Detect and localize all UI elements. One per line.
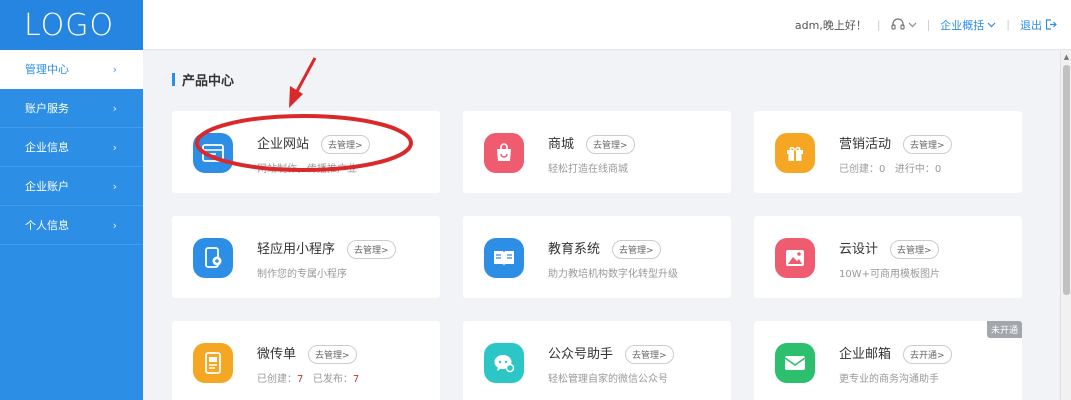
sidebar-item-label: 企业账户	[25, 180, 69, 193]
logout-label: 退出	[1020, 18, 1042, 32]
product-name: 云设计	[839, 242, 879, 257]
product-description: 更专业的商务沟通助手	[839, 374, 939, 385]
product-description: 轻松管理自家的微信公众号	[548, 374, 668, 385]
product-card-design[interactable]: 云设计 去管理> 10W+可商用模板图片	[754, 216, 1022, 298]
sidebar-item-company-account[interactable]: 企业账户 ›	[0, 167, 143, 206]
product-stats: 已创建：0 进行中：0	[839, 160, 941, 175]
top-header: adm,晚上好！ | | 企业概括 | 退出	[143, 0, 1071, 50]
headset-icon	[890, 18, 905, 30]
product-card-marketing[interactable]: 营销活动 去管理> 已创建：0 进行中：0	[754, 111, 1022, 193]
divider: |	[1006, 18, 1010, 31]
divider: |	[926, 18, 931, 31]
stat-value: 7	[297, 374, 304, 385]
scroll-up-arrow-icon[interactable]: ▲	[1061, 51, 1071, 63]
product-description: 制作您的专属小程序	[257, 269, 347, 280]
status-badge: 未开通	[986, 321, 1022, 338]
section-title-text: 产品中心	[182, 74, 235, 89]
chevron-right-icon: ›	[112, 179, 117, 193]
scrollbar-thumb[interactable]	[1063, 65, 1070, 295]
sidebar-item-label: 账户服务	[25, 102, 69, 115]
product-description: 助力教培机构数字化转型升级	[548, 269, 678, 280]
manage-button[interactable]: 去管理>	[347, 240, 396, 259]
chat-bubble-icon	[484, 343, 524, 383]
gift-icon	[775, 133, 815, 173]
section-title: 产品中心	[172, 70, 234, 89]
company-overview-dropdown[interactable]: 企业概括	[940, 17, 996, 33]
stat-label: 已创建：	[257, 374, 297, 385]
manage-button[interactable]: 去管理>	[890, 240, 939, 259]
sidebar-item-label: 管理中心	[25, 63, 69, 76]
sidebar-item-account-services[interactable]: 账户服务 ›	[0, 89, 143, 128]
chevron-right-icon: ›	[112, 101, 117, 115]
manage-button[interactable]: 去管理>	[586, 135, 635, 154]
chevron-down-icon	[987, 22, 996, 27]
support-menu-button[interactable]	[890, 18, 917, 31]
stat-label: 已发布：	[312, 374, 353, 385]
product-card-enterprise-mail[interactable]: 未开通 企业邮箱 去开通> 更专业的商务沟通助手	[754, 321, 1022, 400]
product-name: 商城	[548, 137, 575, 152]
stat-label: 进行中：	[894, 164, 935, 175]
logout-button[interactable]: 退出	[1020, 17, 1057, 33]
product-name: 轻应用小程序	[257, 242, 336, 257]
product-name: 企业邮箱	[839, 347, 892, 362]
manage-button[interactable]: 去管理>	[308, 345, 357, 364]
product-name: 公众号助手	[548, 347, 614, 362]
product-card-wechat-assistant[interactable]: 公众号助手 去管理> 轻松管理自家的微信公众号	[463, 321, 731, 400]
image-icon	[775, 238, 815, 278]
sidebar: LOGO 管理中心 › 账户服务 › 企业信息 › 企业账户 › 个人信息 ›	[0, 0, 143, 400]
manage-button[interactable]: 去管理>	[612, 240, 661, 259]
main-content: 产品中心 企业网站 去管理> 网站制作，传播推广业 商城 去管理> 轻松打造在线商城…	[143, 51, 1060, 400]
envelope-icon	[775, 343, 815, 383]
product-card-flyer[interactable]: 微传单 去管理> 已创建：7 已发布：7	[172, 321, 440, 400]
product-description: 10W+可商用模板图片	[839, 269, 940, 280]
logout-icon	[1045, 19, 1057, 30]
browser-window-icon	[193, 133, 233, 173]
sidebar-item-label: 企业信息	[25, 141, 69, 154]
stat-value: 0	[934, 164, 942, 175]
logo: LOGO	[0, 0, 143, 50]
sidebar-item-company-info[interactable]: 企业信息 ›	[0, 128, 143, 167]
stat-label: 已创建：	[839, 164, 879, 175]
title-accent-bar	[172, 73, 175, 86]
chevron-down-icon	[908, 22, 916, 27]
divider: |	[876, 18, 881, 31]
product-card-website[interactable]: 企业网站 去管理> 网站制作，传播推广业	[172, 111, 440, 193]
open-book-icon	[484, 238, 524, 278]
product-name: 微传单	[257, 347, 297, 362]
product-description: 网站制作，传播推广业	[257, 164, 357, 175]
greeting-text: adm,晚上好！	[794, 18, 867, 32]
product-card-education[interactable]: 教育系统 去管理> 助力教培机构数字化转型升级	[463, 216, 731, 298]
product-card-miniapp[interactable]: 轻应用小程序 去管理> 制作您的专属小程序	[172, 216, 440, 298]
sidebar-item-personal-info[interactable]: 个人信息 ›	[0, 206, 143, 245]
sidebar-item-management-center[interactable]: 管理中心 ›	[0, 50, 143, 89]
shopping-bag-icon	[484, 133, 524, 173]
product-stats: 已创建：7 已发布：7	[257, 370, 359, 385]
flyer-document-icon	[193, 343, 233, 383]
chevron-right-icon: ›	[112, 218, 117, 232]
product-description: 轻松打造在线商城	[548, 164, 628, 175]
vertical-scrollbar[interactable]: ▲	[1060, 51, 1071, 400]
manage-button[interactable]: 去管理>	[321, 135, 370, 154]
product-card-mall[interactable]: 商城 去管理> 轻松打造在线商城	[463, 111, 731, 193]
mobile-app-icon	[193, 238, 233, 278]
activate-button[interactable]: 去开通>	[903, 345, 952, 364]
manage-button[interactable]: 去管理>	[625, 345, 674, 364]
sidebar-item-label: 个人信息	[25, 219, 69, 232]
company-overview-label: 企业概括	[940, 18, 985, 32]
product-name: 教育系统	[548, 242, 601, 257]
chevron-right-icon: ›	[112, 62, 117, 76]
product-name: 企业网站	[257, 137, 310, 152]
manage-button[interactable]: 去管理>	[903, 135, 952, 154]
stat-value: 0	[879, 164, 886, 175]
chevron-right-icon: ›	[112, 140, 117, 154]
product-name: 营销活动	[839, 137, 892, 152]
stat-value: 7	[352, 374, 360, 385]
